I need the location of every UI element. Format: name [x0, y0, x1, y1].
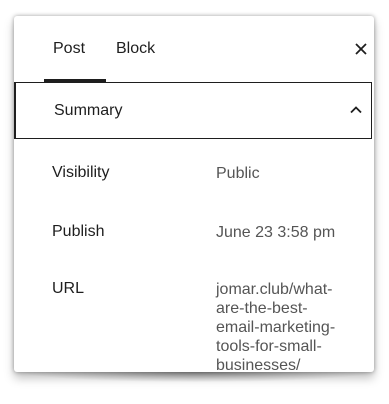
- url-value[interactable]: jomar.club/what- are-the-best- email-mar…: [216, 280, 346, 372]
- screenshot-stage: Post Block Summary Visibility Public Pub…: [0, 0, 389, 404]
- summary-panel-toggle[interactable]: Summary: [14, 82, 372, 139]
- visibility-label: Visibility: [52, 164, 110, 181]
- url-label: URL: [52, 280, 85, 297]
- summary-panel-title: Summary: [54, 102, 123, 119]
- close-icon: [355, 43, 367, 55]
- tab-block[interactable]: Block: [116, 40, 155, 58]
- sidebar-tabs: Post Block: [14, 16, 374, 82]
- close-button[interactable]: [350, 36, 372, 60]
- visibility-value[interactable]: Public: [216, 164, 260, 183]
- settings-sidebar: Post Block Summary Visibility Public Pub…: [14, 16, 374, 372]
- tab-post[interactable]: Post: [53, 40, 85, 58]
- publish-label: Publish: [52, 223, 105, 240]
- publish-date-value[interactable]: June 23 3:58 pm: [216, 223, 335, 242]
- chevron-up-icon: [350, 106, 362, 114]
